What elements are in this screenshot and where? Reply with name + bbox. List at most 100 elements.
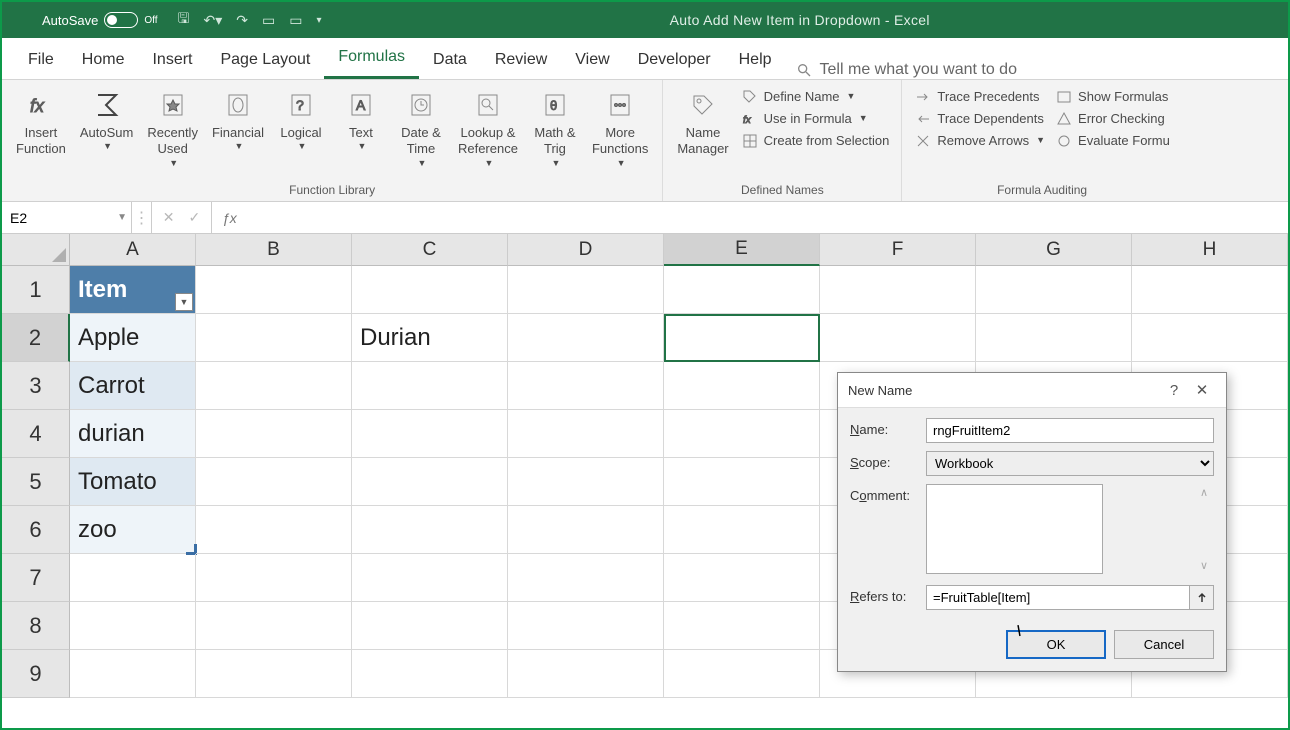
lookup-reference-button[interactable]: Lookup & Reference▼ [452,84,524,173]
cell[interactable] [196,410,352,458]
cell[interactable] [352,362,508,410]
autosum-button[interactable]: AutoSum▼ [74,84,139,157]
name-box[interactable]: E2▼ [2,202,132,233]
text-button[interactable]: AText▼ [332,84,390,157]
col-header-e[interactable]: E [664,234,820,266]
autosave-toggle[interactable]: AutoSave Off [42,12,158,28]
col-header-f[interactable]: F [820,234,976,266]
row-header-9[interactable]: 9 [2,650,70,698]
financial-button[interactable]: Financial▼ [206,84,270,157]
cell[interactable] [664,506,820,554]
cell-c1[interactable] [352,266,508,314]
use-in-formula-button[interactable]: fxUse in Formula▼ [737,108,894,130]
cell-e2-selected[interactable] [664,314,820,362]
tab-insert[interactable]: Insert [138,43,206,79]
col-header-h[interactable]: H [1132,234,1288,266]
cell[interactable] [508,362,664,410]
cell[interactable] [508,554,664,602]
tab-developer[interactable]: Developer [624,43,725,79]
dialog-titlebar[interactable]: New Name ? ✕ [838,373,1226,408]
enter-icon[interactable]: ✓ [189,209,201,226]
row-header-8[interactable]: 8 [2,602,70,650]
comment-textarea[interactable] [926,484,1103,574]
save-icon[interactable]: 🖫 [178,8,190,32]
cell[interactable] [196,458,352,506]
tab-view[interactable]: View [561,43,623,79]
help-icon[interactable]: ? [1160,382,1188,399]
col-header-a[interactable]: A [70,234,196,266]
more-functions-button[interactable]: More Functions▼ [586,84,654,173]
cell[interactable] [664,410,820,458]
cell[interactable] [664,458,820,506]
scrollbar[interactable]: ∧∨ [1196,486,1212,572]
name-input[interactable] [926,418,1214,443]
row-header-5[interactable]: 5 [2,458,70,506]
row-header-1[interactable]: 1 [2,266,70,314]
show-formulas-button[interactable]: Show Formulas [1051,86,1174,108]
tab-help[interactable]: Help [725,43,786,79]
scope-select[interactable]: Workbook [926,451,1214,476]
filter-dropdown-icon[interactable]: ▼ [175,293,193,311]
col-header-c[interactable]: C [352,234,508,266]
cell[interactable] [664,602,820,650]
cell[interactable] [352,650,508,698]
cell[interactable] [352,554,508,602]
cell-g1[interactable] [976,266,1132,314]
cell-f1[interactable] [820,266,976,314]
cell-a1[interactable]: Item▼ [70,266,196,314]
cell-h2[interactable] [1132,314,1288,362]
cell-a6[interactable]: zoo [70,506,196,554]
cell-b1[interactable] [196,266,352,314]
trace-dependents-button[interactable]: Trace Dependents [910,108,1049,130]
undo-icon[interactable]: ↶▾ [203,12,222,29]
evaluate-formula-button[interactable]: Evaluate Formu [1051,130,1174,152]
tab-formulas[interactable]: Formulas [324,40,419,79]
create-from-selection-button[interactable]: Create from Selection [737,130,894,152]
cell[interactable] [508,458,664,506]
cell[interactable] [70,602,196,650]
cell-d2[interactable] [508,314,664,362]
trace-precedents-button[interactable]: Trace Precedents [910,86,1049,108]
cell[interactable] [196,506,352,554]
cell[interactable] [196,602,352,650]
cell[interactable] [196,554,352,602]
tab-home[interactable]: Home [68,43,139,79]
cell[interactable] [352,410,508,458]
row-header-6[interactable]: 6 [2,506,70,554]
remove-arrows-button[interactable]: Remove Arrows▼ [910,130,1049,152]
cell[interactable] [70,554,196,602]
col-header-b[interactable]: B [196,234,352,266]
cell[interactable] [508,602,664,650]
cell-d1[interactable] [508,266,664,314]
cell-a4[interactable]: durian [70,410,196,458]
cell-h1[interactable] [1132,266,1288,314]
tab-file[interactable]: File [14,43,68,79]
date-time-button[interactable]: Date & Time▼ [392,84,450,173]
formula-input[interactable] [247,202,1288,233]
tab-page-layout[interactable]: Page Layout [206,43,324,79]
cell[interactable] [352,458,508,506]
cancel-button[interactable]: Cancel [1114,630,1214,659]
cell-e1[interactable] [664,266,820,314]
row-header-4[interactable]: 4 [2,410,70,458]
insert-function-button[interactable]: fxInsert Function [10,84,72,162]
fx-icon[interactable]: ƒx [212,202,247,233]
redo-icon[interactable]: ↷ [236,12,248,29]
cell[interactable] [352,506,508,554]
ok-button[interactable]: OK [1006,630,1106,659]
cell-f2[interactable] [820,314,976,362]
refers-to-input[interactable] [926,585,1190,610]
row-header-3[interactable]: 3 [2,362,70,410]
tab-data[interactable]: Data [419,43,481,79]
col-header-d[interactable]: D [508,234,664,266]
tell-me-search[interactable]: Tell me what you want to do [796,61,1017,79]
cell[interactable] [664,362,820,410]
cell[interactable] [352,602,508,650]
chevron-down-icon[interactable]: ▼ [117,212,127,223]
cell[interactable] [70,650,196,698]
tab-review[interactable]: Review [481,43,561,79]
qa-icon[interactable]: ▭ [262,12,275,29]
cell[interactable] [196,650,352,698]
cell[interactable] [664,650,820,698]
recently-used-button[interactable]: Recently Used▼ [141,84,204,173]
